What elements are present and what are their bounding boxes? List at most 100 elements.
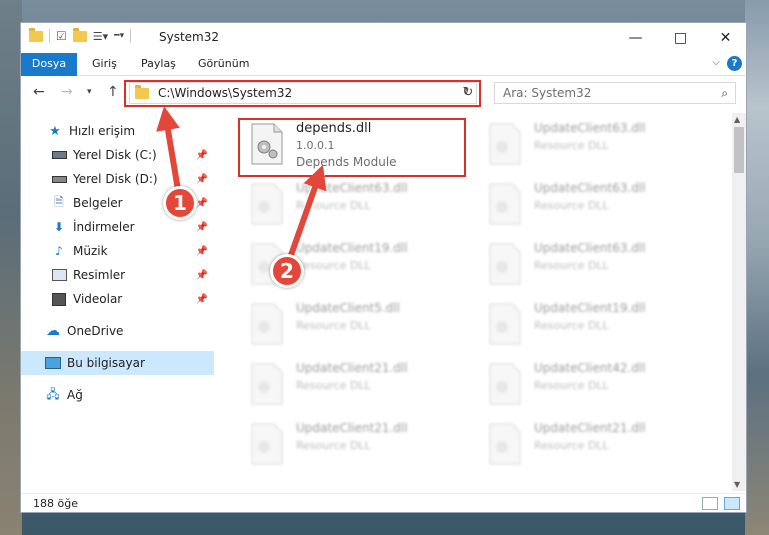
- pin-icon[interactable]: 📌: [196, 294, 208, 305]
- help-icon[interactable]: ?: [727, 56, 742, 71]
- file-name: UpdateClient21.dll: [534, 421, 646, 435]
- sidebar-item-quick-access[interactable]: ★ Hızlı erişim: [21, 119, 214, 143]
- sidebar-item-videos[interactable]: Videolar 📌: [21, 287, 214, 311]
- tab-view[interactable]: Görünüm: [198, 53, 249, 75]
- dll-file-icon: [488, 243, 522, 285]
- file-description: Resource DLL: [534, 259, 609, 272]
- sidebar-item-this-pc[interactable]: Bu bilgisayar: [21, 351, 214, 375]
- minimize-button[interactable]: —: [613, 23, 658, 53]
- dll-file-icon: [250, 183, 284, 225]
- sidebar-item-label: Yerel Disk (C:): [73, 148, 157, 162]
- file-name: UpdateClient63.dll: [534, 121, 646, 135]
- close-button[interactable]: ✕: [703, 23, 746, 53]
- file-item[interactable]: UpdateClient5.dll Resource DLL: [242, 297, 472, 353]
- sidebar-item-label: Yerel Disk (D:): [73, 172, 158, 186]
- dll-file-icon: [488, 303, 522, 345]
- dll-file-icon: [488, 123, 522, 165]
- sidebar-item-label: Bu bilgisayar: [67, 356, 145, 370]
- scrollbar-thumb[interactable]: [734, 127, 744, 173]
- new-folder-icon[interactable]: [72, 27, 87, 42]
- scroll-up-icon[interactable]: ▲: [734, 115, 740, 124]
- pin-icon[interactable]: 📌: [196, 270, 208, 281]
- file-item[interactable]: UpdateClient63.dll Resource DLL: [242, 177, 472, 233]
- scroll-down-icon[interactable]: ▼: [734, 480, 740, 489]
- sidebar-item-music[interactable]: ♪ Müzik 📌: [21, 239, 214, 263]
- tab-share[interactable]: Paylaş: [141, 53, 176, 75]
- download-icon: ⬇: [53, 220, 65, 234]
- dll-file-icon: [488, 423, 522, 465]
- separator: [130, 29, 132, 43]
- pin-icon[interactable]: 📌: [196, 174, 208, 185]
- file-description: Resource DLL: [534, 439, 609, 452]
- drive-icon: [51, 171, 67, 187]
- pin-icon[interactable]: 📌: [196, 246, 208, 257]
- status-bar: 188 öğe: [21, 493, 746, 512]
- picture-icon: [51, 267, 67, 283]
- file-item[interactable]: UpdateClient21.dll Resource DLL: [480, 417, 710, 473]
- dll-file-icon: [488, 183, 522, 225]
- file-item[interactable]: UpdateClient19.dll Resource DLL: [480, 297, 710, 353]
- cloud-icon: ☁: [46, 323, 60, 339]
- sidebar-item-label: Belgeler: [73, 196, 123, 210]
- file-item[interactable]: UpdateClient63.dll Resource DLL: [480, 177, 710, 233]
- file-item[interactable]: UpdateClient42.dll Resource DLL: [480, 357, 710, 413]
- details-view-icon[interactable]: [702, 497, 718, 510]
- tiles-view-icon[interactable]: [724, 497, 740, 510]
- file-item[interactable]: UpdateClient21.dll Resource DLL: [242, 417, 472, 473]
- separator: [49, 29, 50, 43]
- star-icon: ★: [49, 123, 61, 139]
- file-description: Resource DLL: [534, 199, 609, 212]
- file-item[interactable]: UpdateClient63.dll Resource DLL: [480, 117, 710, 173]
- step-badge-2: 2: [270, 254, 304, 288]
- file-name: UpdateClient42.dll: [534, 361, 646, 375]
- vertical-scrollbar[interactable]: ▲ ▼: [732, 113, 746, 491]
- file-description: Resource DLL: [296, 439, 371, 452]
- document-icon: 🗎: [54, 194, 64, 209]
- file-name: UpdateClient21.dll: [296, 421, 408, 435]
- dll-file-icon: [488, 363, 522, 405]
- search-input[interactable]: Ara: System32 ⌕: [494, 82, 736, 104]
- search-icon[interactable]: ⌕: [721, 86, 728, 101]
- video-icon: [51, 291, 67, 307]
- up-arrow-icon[interactable]: ↑: [107, 84, 119, 100]
- navigation-pane: ★ Hızlı erişim Yerel Disk (C:) 📌 Yerel D…: [21, 113, 214, 489]
- sidebar-item-onedrive[interactable]: ☁ OneDrive: [21, 319, 214, 343]
- file-description: Resource DLL: [534, 379, 609, 392]
- dll-file-icon: [250, 423, 284, 465]
- network-icon: 🖧: [46, 386, 60, 401]
- pin-icon[interactable]: 📌: [196, 198, 208, 209]
- sidebar-item-label: OneDrive: [67, 324, 124, 338]
- expand-ribbon-icon[interactable]: ⌵: [712, 57, 720, 68]
- sidebar-item-label: Ağ: [67, 388, 83, 402]
- pin-icon[interactable]: 📌: [196, 222, 208, 233]
- maximize-button[interactable]: □: [658, 23, 703, 53]
- file-highlight-box: [238, 118, 466, 177]
- forward-arrow-icon[interactable]: →: [61, 84, 73, 100]
- pin-icon[interactable]: 📌: [196, 150, 208, 161]
- quick-access-toolbar: ☑ ☰▾ ━▾: [29, 27, 132, 43]
- file-name: UpdateClient19.dll: [534, 301, 646, 315]
- file-name: UpdateClient19.dll: [296, 241, 408, 255]
- customize-toolbar-icon[interactable]: ☰▾: [93, 30, 108, 43]
- view-toggle: [702, 497, 740, 510]
- recent-locations-icon[interactable]: ▾: [87, 87, 92, 97]
- music-icon: ♪: [55, 244, 63, 258]
- ribbon-tabs: Dosya Giriş Paylaş Görünüm ⌵ ?: [21, 53, 746, 109]
- sidebar-item-pictures[interactable]: Resimler 📌: [21, 263, 214, 287]
- sidebar-item-network[interactable]: 🖧 Ağ: [21, 383, 214, 407]
- tab-home[interactable]: Giriş: [92, 53, 117, 75]
- properties-icon[interactable]: ☑: [56, 29, 67, 43]
- item-count: 188 öğe: [33, 497, 78, 510]
- sidebar-item-label: Müzik: [73, 244, 108, 258]
- step-badge-1: 1: [163, 186, 197, 220]
- file-name: UpdateClient63.dll: [534, 181, 646, 195]
- back-arrow-icon[interactable]: ←: [33, 84, 45, 100]
- file-name: UpdateClient5.dll: [296, 301, 400, 315]
- qat-dropdown-icon[interactable]: ━▾: [114, 31, 124, 41]
- desktop-background-left: [0, 0, 22, 535]
- sidebar-item-label: Hızlı erişim: [69, 124, 136, 138]
- sidebar-item-disk-c[interactable]: Yerel Disk (C:) 📌: [21, 143, 214, 167]
- file-item[interactable]: UpdateClient63.dll Resource DLL: [480, 237, 710, 293]
- file-item[interactable]: UpdateClient21.dll Resource DLL: [242, 357, 472, 413]
- folder-icon: [29, 27, 43, 42]
